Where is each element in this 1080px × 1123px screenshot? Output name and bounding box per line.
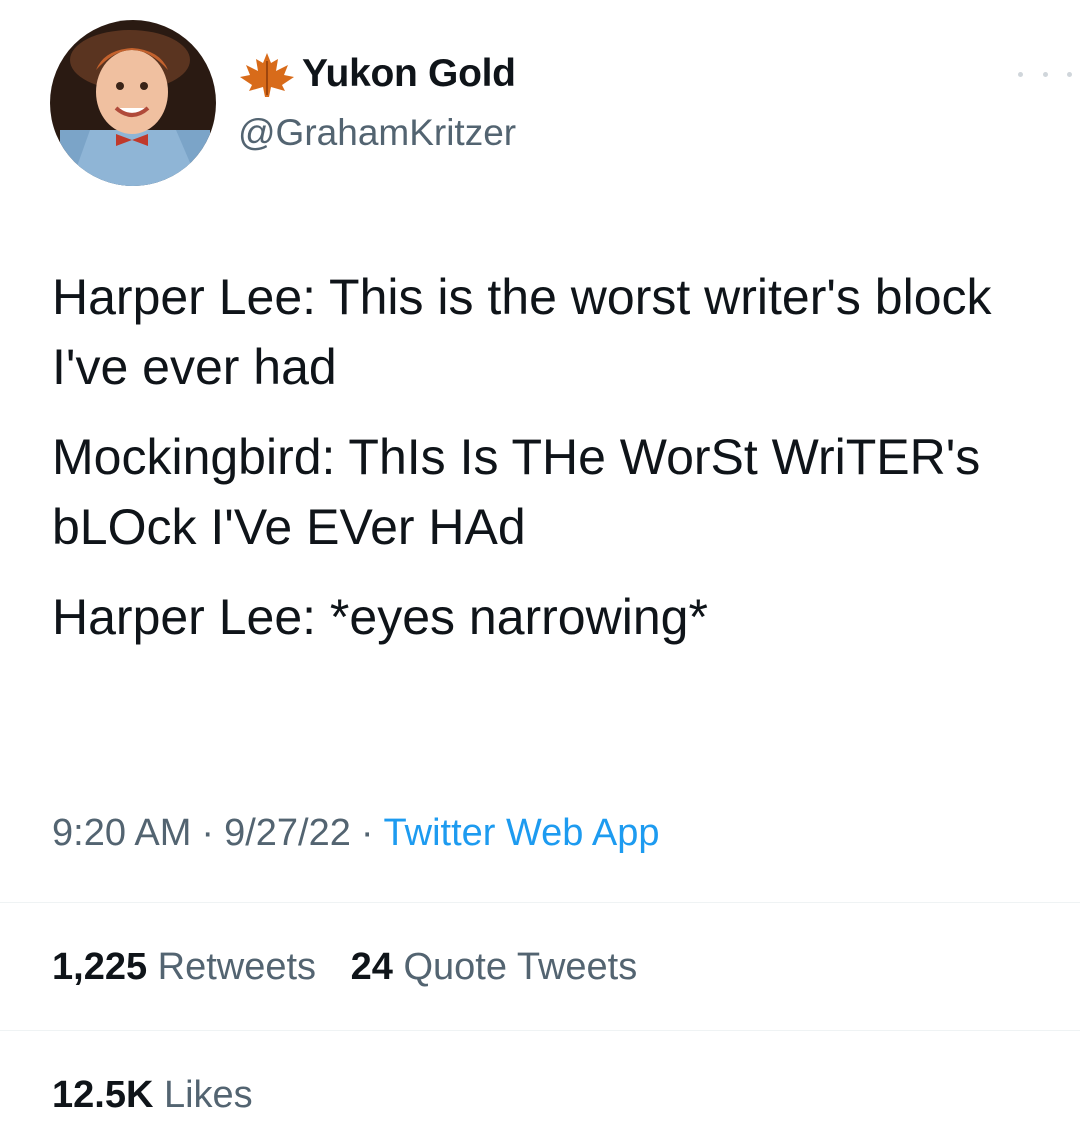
more-options-icon[interactable] <box>1018 62 1072 86</box>
quote-tweets-stat[interactable]: 24 Quote Tweets <box>351 946 638 988</box>
tweet-paragraph: Harper Lee: This is the worst writer's b… <box>52 269 992 395</box>
tweet-date[interactable]: 9/27/22 <box>224 812 351 854</box>
quote-tweets-label: Quote Tweets <box>403 946 638 988</box>
retweets-count: 1,225 <box>52 946 148 988</box>
author-display-name[interactable]: Yukon Gold <box>302 52 516 96</box>
avatar[interactable] <box>50 20 216 186</box>
likes-stat[interactable]: 12.5K Likes <box>52 1074 253 1117</box>
retweets-label: Retweets <box>157 946 317 988</box>
tweet-text: Harper Lee: This is the worst writer's b… <box>52 262 1062 652</box>
tweet-time[interactable]: 9:20 AM <box>52 812 191 854</box>
maple-leaf-icon <box>240 53 294 97</box>
more-dot <box>1018 71 1023 77</box>
author-name-row[interactable]: Yukon Gold <box>238 44 516 104</box>
retweets-stat[interactable]: 1,225 Retweets <box>52 946 327 988</box>
divider <box>0 902 1080 903</box>
likes-count: 12.5K <box>52 1074 154 1116</box>
more-dot <box>1067 71 1072 77</box>
author-handle[interactable]: @GrahamKritzer <box>238 112 516 154</box>
tweet-paragraph: Mockingbird: ThIs Is THe WorSt WriTER's … <box>52 429 981 555</box>
more-dot <box>1042 71 1048 77</box>
meta-separator: · <box>201 812 215 854</box>
engagement-stats: 1,225 Retweets 24 Quote Tweets <box>52 946 661 989</box>
tweet-paragraph: Harper Lee: *eyes narrowing* <box>52 589 708 645</box>
meta-separator: · <box>360 812 374 854</box>
quote-tweets-count: 24 <box>350 946 393 988</box>
likes-label: Likes <box>163 1074 253 1116</box>
avatar-image <box>50 20 216 186</box>
tweet-source-link[interactable]: Twitter Web App <box>384 812 660 854</box>
tweet-meta: 9:20 AM · 9/27/22 · Twitter Web App <box>52 812 660 855</box>
tweet-card: Yukon Gold @GrahamKritzer Harper Lee: Th… <box>0 0 1080 1123</box>
divider <box>0 1030 1080 1031</box>
